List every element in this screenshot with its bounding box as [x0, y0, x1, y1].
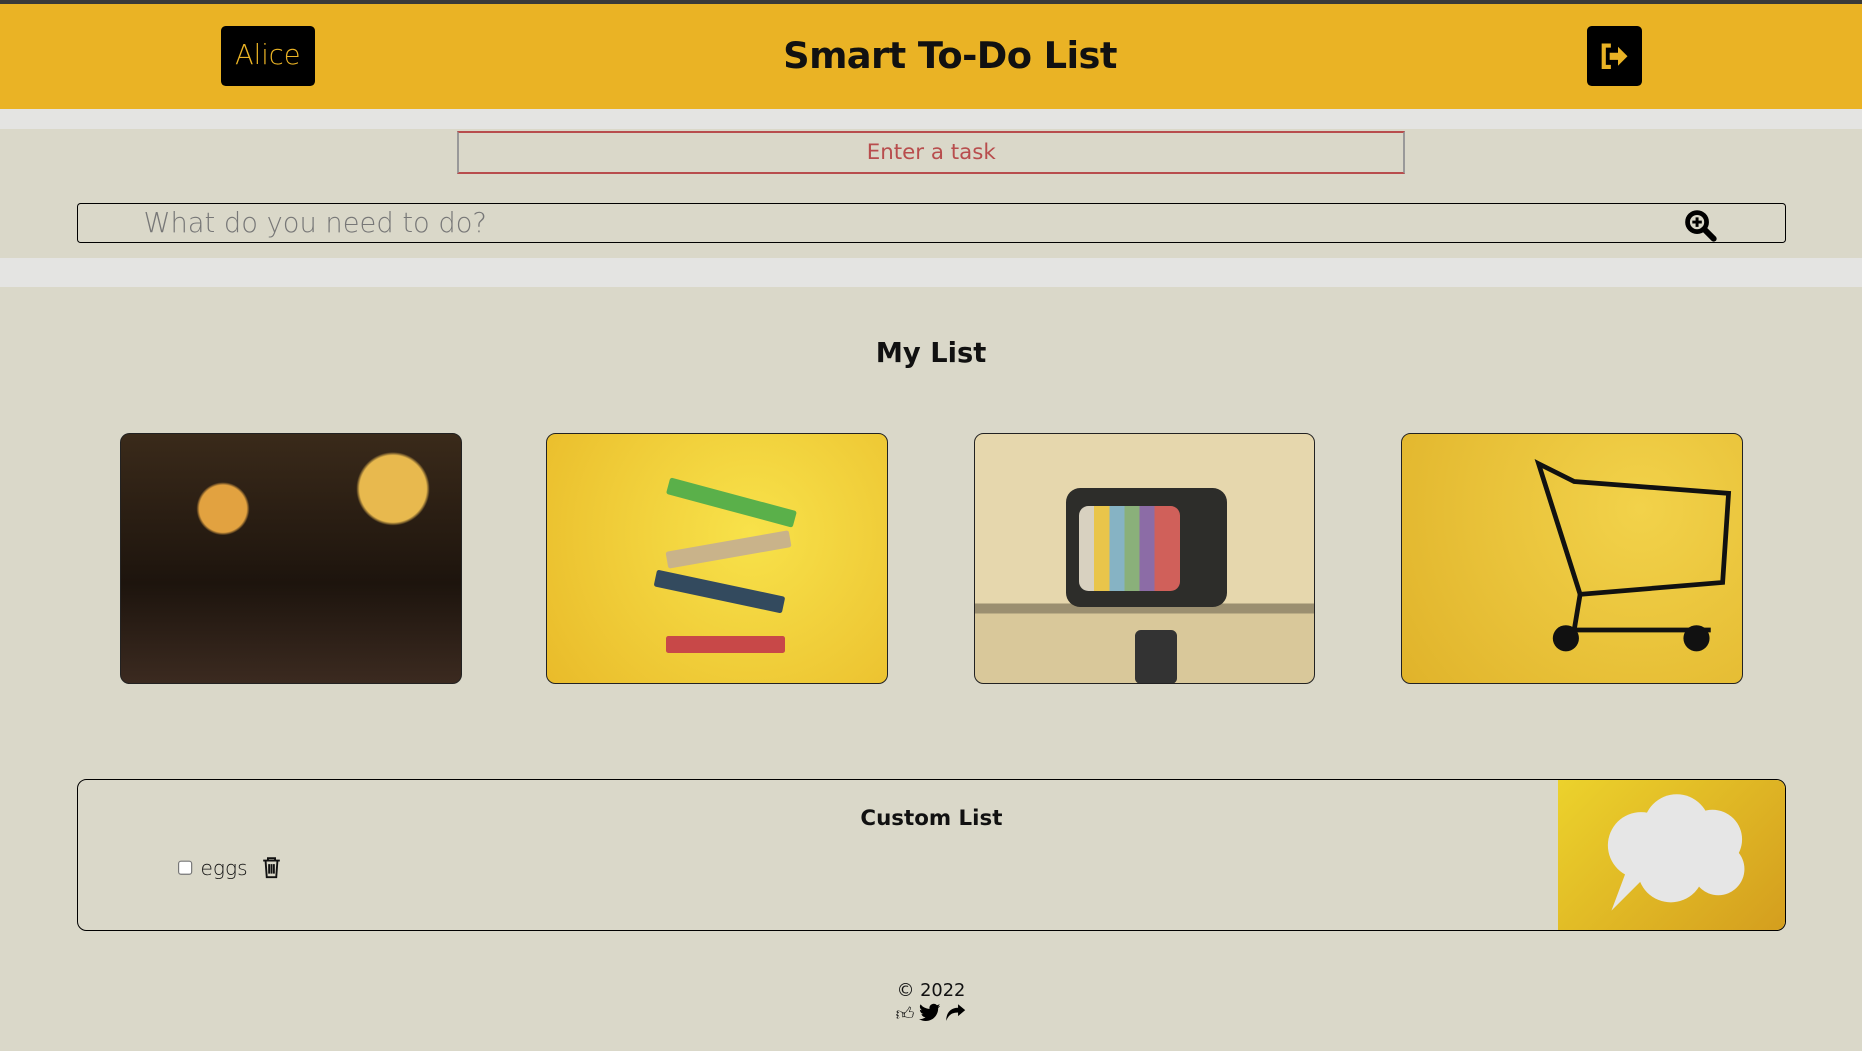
zoom-in-icon[interactable]: [1684, 209, 1717, 242]
list-item: eggs: [177, 856, 281, 880]
custom-list-title: Custom List: [860, 806, 1003, 832]
footer: © 2022 👍︎: [0, 980, 1862, 1025]
band: [0, 109, 1862, 130]
item-checkbox[interactable]: [177, 860, 194, 876]
share-icon[interactable]: [945, 1003, 966, 1022]
logout-button[interactable]: [1586, 26, 1643, 86]
thought-bubble-image: [1557, 780, 1785, 930]
logout-icon: [1601, 43, 1628, 69]
header: Alice Smart To-Do List: [0, 3, 1862, 110]
search-input[interactable]: [143, 204, 1664, 243]
thumbs-up-icon[interactable]: 👍︎: [896, 1003, 915, 1025]
page-title: Smart To-Do List: [783, 34, 1117, 78]
trash-icon[interactable]: [262, 857, 281, 879]
task-input[interactable]: [457, 130, 1406, 174]
copyright: © 2022: [896, 979, 966, 1001]
category-card-restaurant[interactable]: [119, 433, 462, 684]
search-bar: [77, 203, 1786, 244]
category-card-books[interactable]: [546, 433, 888, 684]
my-list-heading: My List: [875, 338, 987, 370]
custom-list-panel: Custom List eggs: [77, 779, 1786, 931]
category-card-shopping[interactable]: [1401, 433, 1743, 684]
item-label: eggs: [200, 856, 248, 880]
twitter-icon[interactable]: [918, 1003, 941, 1022]
band: [0, 257, 1862, 288]
category-card-tv[interactable]: [973, 433, 1316, 684]
